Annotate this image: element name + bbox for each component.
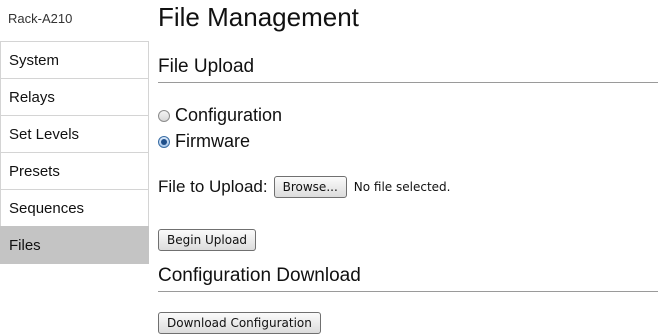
sidebar-item-set-levels[interactable]: Set Levels	[0, 115, 149, 153]
device-name: Rack-A210	[8, 11, 73, 26]
sidebar-item-files[interactable]: Files	[0, 226, 149, 264]
file-status-text: No file selected.	[353, 180, 451, 194]
configuration-download-heading: Configuration Download	[158, 265, 658, 292]
configuration-radio-option[interactable]: Configuration	[158, 105, 282, 126]
download-configuration-button[interactable]: Download Configuration	[158, 312, 321, 334]
sidebar-item-relays[interactable]: Relays	[0, 78, 149, 116]
configuration-radio-label: Configuration	[175, 105, 283, 125]
firmware-radio-option[interactable]: Firmware	[158, 131, 250, 152]
begin-upload-button[interactable]: Begin Upload	[158, 229, 257, 251]
sidebar-nav: System Relays Set Levels Presets Sequenc…	[0, 41, 149, 264]
file-upload-row: File to Upload: Browse... No file select…	[158, 176, 450, 198]
firmware-radio-button[interactable]	[158, 135, 170, 148]
page-title: File Management	[158, 2, 359, 32]
file-to-upload-label: File to Upload:	[158, 177, 268, 196]
browse-button[interactable]: Browse...	[273, 176, 347, 198]
sidebar-item-sequences[interactable]: Sequences	[0, 189, 149, 227]
file-upload-heading: File Upload	[158, 56, 658, 83]
configuration-radio-button[interactable]	[158, 109, 170, 122]
sidebar-item-system[interactable]: System	[0, 41, 149, 79]
sidebar-item-presets[interactable]: Presets	[0, 152, 149, 190]
firmware-radio-label: Firmware	[175, 131, 250, 151]
